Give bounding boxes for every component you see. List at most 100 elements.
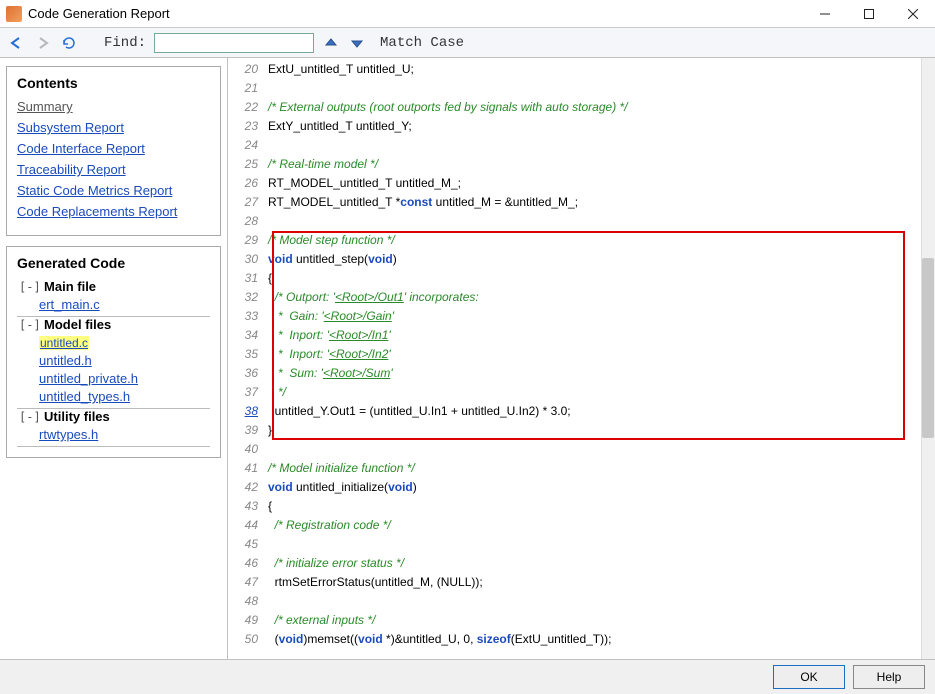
- model-link[interactable]: <Root>/In2: [329, 347, 388, 361]
- line-number: 45: [228, 535, 268, 554]
- line-number: 50: [228, 630, 268, 649]
- code-line: 37 */: [228, 383, 921, 402]
- code-line: 34 * Inport: '<Root>/In1': [228, 326, 921, 345]
- contents-link[interactable]: Code Interface Report: [17, 141, 210, 156]
- close-button[interactable]: [891, 0, 935, 28]
- window-title: Code Generation Report: [28, 6, 170, 21]
- line-number: 21: [228, 79, 268, 98]
- code-line: 25/* Real-time model */: [228, 155, 921, 174]
- line-number: 46: [228, 554, 268, 573]
- code-line: 32 /* Outport: '<Root>/Out1' incorporate…: [228, 288, 921, 307]
- model-link[interactable]: <Root>/Out1: [335, 290, 404, 304]
- line-number: 42: [228, 478, 268, 497]
- line-number: 32: [228, 288, 268, 307]
- file-link[interactable]: untitled.h: [39, 353, 210, 368]
- code-line: 31{: [228, 269, 921, 288]
- line-number: 28: [228, 212, 268, 231]
- contents-link[interactable]: Summary: [17, 99, 210, 114]
- line-number: 49: [228, 611, 268, 630]
- code-line: 27RT_MODEL_untitled_T *const untitled_M …: [228, 193, 921, 212]
- code-line: 43{: [228, 497, 921, 516]
- line-number: 35: [228, 345, 268, 364]
- code-line: 40: [228, 440, 921, 459]
- code-viewer: 20ExtU_untitled_T untitled_U;2122/* Exte…: [227, 58, 935, 659]
- contents-link[interactable]: Static Code Metrics Report: [17, 183, 210, 198]
- code-line: 24: [228, 136, 921, 155]
- model-link[interactable]: <Root>/Sum: [323, 366, 390, 380]
- code-line: 44 /* Registration code */: [228, 516, 921, 535]
- contents-link[interactable]: Code Replacements Report: [17, 204, 210, 219]
- line-number: 41: [228, 459, 268, 478]
- footer: OK Help: [0, 660, 935, 694]
- contents-title: Contents: [17, 75, 210, 91]
- code-line: 46 /* initialize error status */: [228, 554, 921, 573]
- line-number: 36: [228, 364, 268, 383]
- code-line: 47 rtmSetErrorStatus(untitled_M, (NULL))…: [228, 573, 921, 592]
- line-number: 40: [228, 440, 268, 459]
- code-line: 22/* External outputs (root outports fed…: [228, 98, 921, 117]
- line-number: 43: [228, 497, 268, 516]
- line-number: 37: [228, 383, 268, 402]
- line-number: 30: [228, 250, 268, 269]
- line-number: 47: [228, 573, 268, 592]
- contents-link[interactable]: Subsystem Report: [17, 120, 210, 135]
- code-line: 48: [228, 592, 921, 611]
- line-number: 34: [228, 326, 268, 345]
- file-link[interactable]: ert_main.c: [39, 297, 210, 312]
- app-icon: [6, 6, 22, 22]
- generated-code-title: Generated Code: [17, 255, 210, 271]
- line-number: 26: [228, 174, 268, 193]
- line-number: 27: [228, 193, 268, 212]
- line-number: 33: [228, 307, 268, 326]
- line-number: 44: [228, 516, 268, 535]
- find-label: Find:: [104, 35, 146, 51]
- titlebar: Code Generation Report: [0, 0, 935, 28]
- scrollbar-track[interactable]: [921, 58, 935, 659]
- code-line: 38 untitled_Y.Out1 = (untitled_U.In1 + u…: [228, 402, 921, 421]
- line-number: 20: [228, 60, 268, 79]
- contents-panel: Contents Summary Subsystem Report Code Int…: [6, 66, 221, 236]
- code-line: 50 (void)memset((void *)&untitled_U, 0, …: [228, 630, 921, 649]
- generated-code-panel: Generated Code [-] Main file ert_main.c [-…: [6, 246, 221, 458]
- code-line: 21: [228, 79, 921, 98]
- code-line: 29/* Model step function */: [228, 231, 921, 250]
- code-line: 28: [228, 212, 921, 231]
- code-line: 20ExtU_untitled_T untitled_U;: [228, 60, 921, 79]
- refresh-button[interactable]: [60, 34, 78, 52]
- code-line: 39}: [228, 421, 921, 440]
- toolbar: Find: Match Case: [0, 28, 935, 58]
- match-case-label[interactable]: Match Case: [380, 35, 464, 51]
- sidebar: Contents Summary Subsystem Report Code Int…: [0, 58, 227, 659]
- code-line: 30void untitled_step(void): [228, 250, 921, 269]
- nav-forward-button[interactable]: [34, 34, 52, 52]
- file-link[interactable]: untitled_types.h: [39, 389, 210, 404]
- model-link[interactable]: <Root>/In1: [329, 328, 388, 342]
- code-line: 35 * Inport: '<Root>/In2': [228, 345, 921, 364]
- file-group-label: Main file: [44, 279, 96, 294]
- file-link[interactable]: untitled_private.h: [39, 371, 210, 386]
- find-prev-button[interactable]: [322, 34, 340, 52]
- line-number: 24: [228, 136, 268, 155]
- ok-button[interactable]: OK: [773, 665, 845, 689]
- tree-toggle[interactable]: [-]: [19, 410, 41, 424]
- find-input[interactable]: [154, 33, 314, 53]
- code-line: 49 /* external inputs */: [228, 611, 921, 630]
- file-link[interactable]: rtwtypes.h: [39, 427, 210, 442]
- code-line: 26RT_MODEL_untitled_T untitled_M_;: [228, 174, 921, 193]
- nav-back-button[interactable]: [8, 34, 26, 52]
- tree-toggle[interactable]: [-]: [19, 280, 41, 294]
- line-number: 29: [228, 231, 268, 250]
- contents-link[interactable]: Traceability Report: [17, 162, 210, 177]
- line-number: 23: [228, 117, 268, 136]
- minimize-button[interactable]: [803, 0, 847, 28]
- tree-toggle[interactable]: [-]: [19, 318, 41, 332]
- code-line: 33 * Gain: '<Root>/Gain': [228, 307, 921, 326]
- model-link[interactable]: <Root>/Gain: [324, 309, 392, 323]
- file-link[interactable]: untitled.c: [39, 335, 210, 350]
- maximize-button[interactable]: [847, 0, 891, 28]
- line-number[interactable]: 38: [228, 402, 268, 421]
- line-number: 39: [228, 421, 268, 440]
- scrollbar-thumb[interactable]: [922, 258, 934, 438]
- help-button[interactable]: Help: [853, 665, 925, 689]
- find-next-button[interactable]: [348, 34, 366, 52]
